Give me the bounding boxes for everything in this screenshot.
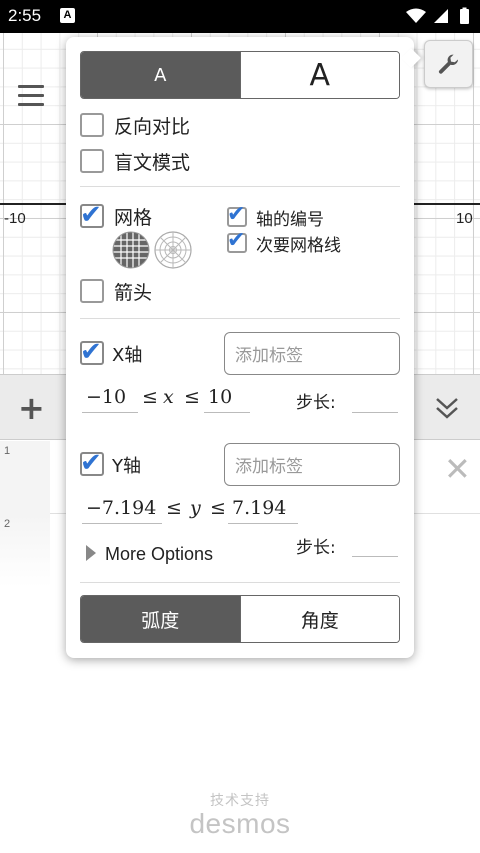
- cartesian-grid-icon[interactable]: [112, 231, 150, 269]
- radians-button[interactable]: 弧度: [81, 596, 240, 642]
- y-axis-label: Y轴: [112, 456, 141, 477]
- divider: [80, 582, 400, 583]
- y-axis-step-label: 步长:: [296, 538, 336, 558]
- x-axis-label: X轴: [112, 345, 143, 366]
- x-axis-max-underline: [204, 412, 250, 413]
- text-size-small-button[interactable]: A: [81, 52, 240, 98]
- more-options-link[interactable]: More Options: [105, 544, 213, 565]
- expression-index-label: 2: [4, 518, 11, 530]
- x-axis-max-input[interactable]: 10: [208, 386, 232, 408]
- delete-expression-icon[interactable]: ✕: [444, 453, 471, 485]
- x-axis-max-relation: ≤: [184, 386, 200, 408]
- axis-numbers-label: 轴的编号: [256, 210, 324, 230]
- graph-settings-button[interactable]: [424, 40, 473, 88]
- braille-mode-label: 盲文模式: [114, 152, 191, 174]
- add-expression-button[interactable]: +: [18, 392, 45, 424]
- arrows-checkbox[interactable]: [80, 279, 104, 303]
- system-status-icons: [406, 7, 469, 24]
- check-icon: ✔: [80, 200, 102, 230]
- reverse-contrast-checkbox[interactable]: [80, 113, 104, 137]
- desmos-logo: desmos: [189, 808, 291, 839]
- minor-gridlines-label: 次要网格线: [256, 236, 341, 256]
- y-axis-max-input[interactable]: 7.194: [232, 497, 286, 519]
- braille-mode-checkbox[interactable]: [80, 149, 104, 173]
- y-axis-max-relation: ≤: [210, 497, 226, 519]
- graph-settings-popover: A A 反向对比 盲文模式 ✔ 网格 ✔ 轴的编号 ✔ 次要网格线 箭头 ✔ X…: [66, 37, 421, 658]
- y-axis-label-input[interactable]: 添加标签: [224, 443, 400, 486]
- y-axis-max-underline: [228, 523, 298, 524]
- text-size-toggle: A A: [80, 51, 400, 99]
- expression-index: 2: [0, 514, 50, 587]
- x-tick-label-right: 10: [456, 210, 473, 227]
- divider: [80, 186, 400, 187]
- check-icon: ✔: [227, 228, 246, 253]
- app-notification-icon: A: [60, 8, 75, 23]
- expression-index-label: 1: [4, 445, 11, 457]
- x-axis-min-underline: [82, 412, 138, 413]
- battery-icon: [460, 9, 469, 24]
- grid-label: 网格: [114, 207, 153, 229]
- y-axis-min-underline: [82, 523, 162, 524]
- check-icon: ✔: [80, 337, 102, 367]
- y-axis-step-input[interactable]: [352, 556, 398, 557]
- powered-by-desmos: 技术支持 desmos: [0, 790, 480, 838]
- degrees-button[interactable]: 角度: [239, 596, 399, 642]
- status-bar: 2:55 A: [0, 0, 480, 33]
- y-axis-min-relation: ≤: [166, 497, 182, 519]
- y-axis-label-placeholder: 添加标签: [235, 457, 303, 477]
- wrench-icon: [438, 54, 459, 74]
- polar-grid-icon[interactable]: [154, 231, 192, 269]
- x-tick-label-left: -10: [4, 210, 26, 227]
- hamburger-icon: [18, 85, 44, 88]
- text-size-large-button[interactable]: A: [239, 52, 399, 98]
- collapse-list-icon[interactable]: [434, 395, 460, 421]
- check-icon: ✔: [227, 202, 246, 227]
- wifi-icon: [406, 8, 426, 23]
- x-axis-label-placeholder: 添加标签: [235, 346, 303, 366]
- x-axis-step-label: 步长:: [296, 393, 336, 413]
- hamburger-line: [18, 94, 44, 97]
- expression-index: 1: [0, 441, 50, 514]
- desmos-screen: 2:55 A -10 10 + 1 ✕ 2 技术支持 desmos A A 反向…: [0, 0, 480, 853]
- x-axis-step-input[interactable]: [352, 412, 398, 413]
- angle-mode-toggle: 弧度 角度: [80, 595, 400, 643]
- signal-icon: [434, 9, 448, 23]
- y-axis-variable: y: [190, 497, 201, 519]
- reverse-contrast-label: 反向对比: [114, 116, 191, 138]
- x-axis-min-relation: ≤: [142, 386, 158, 408]
- status-time: 2:55: [8, 6, 42, 25]
- menu-button[interactable]: [18, 85, 44, 107]
- x-axis-min-input[interactable]: −10: [86, 386, 126, 408]
- y-axis-min-input[interactable]: −7.194: [86, 497, 156, 519]
- arrows-label: 箭头: [114, 282, 153, 304]
- expand-triangle-icon[interactable]: [86, 545, 96, 561]
- powered-by-label: 技术支持: [210, 793, 270, 809]
- hamburger-line: [18, 103, 44, 106]
- x-axis-label-input[interactable]: 添加标签: [224, 332, 400, 375]
- divider: [80, 318, 400, 319]
- check-icon: ✔: [80, 448, 102, 478]
- x-axis-variable: x: [163, 386, 174, 408]
